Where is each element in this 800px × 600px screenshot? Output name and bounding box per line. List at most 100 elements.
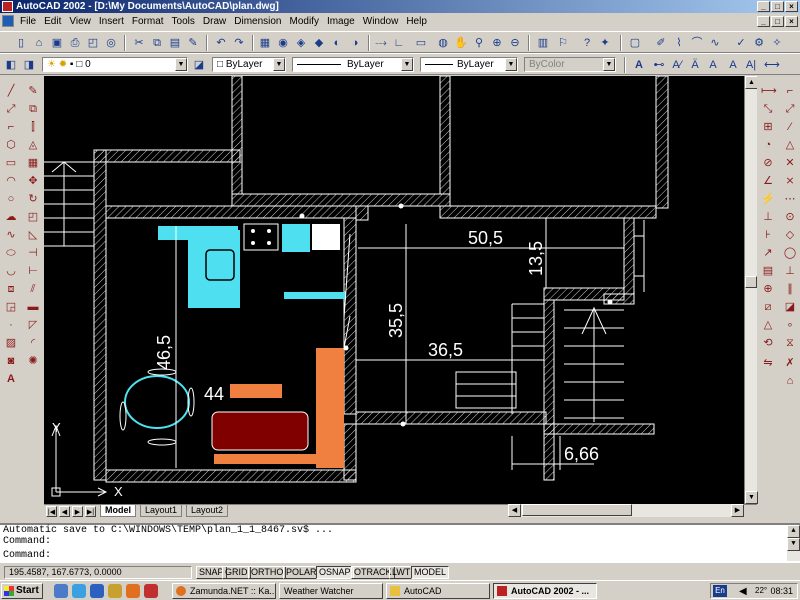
radius-dimension-icon[interactable]: ◔ <box>761 138 775 152</box>
insert-block-icon[interactable]: ⧈ <box>4 282 18 296</box>
chevron-down-icon[interactable]: ▼ <box>273 58 285 71</box>
spline-icon[interactable]: ∿ <box>4 228 18 242</box>
dimension-style-control-icon[interactable]: ⇋ <box>761 356 775 370</box>
spell-check-icon[interactable]: A <box>706 58 720 72</box>
doc-close-button[interactable]: × <box>785 16 798 27</box>
linear-dimension-icon[interactable]: ⟼ <box>761 84 777 98</box>
properties-icon[interactable]: ◈ <box>294 36 308 50</box>
adcenter-icon[interactable]: ⚐ <box>556 36 570 50</box>
fillet-icon[interactable]: ◜ <box>26 336 40 350</box>
snap-from-icon[interactable]: ⤢ <box>783 102 797 116</box>
sync-attributes-icon[interactable]: ✧ <box>770 36 784 50</box>
snap-endpoint-icon[interactable]: ⁄ <box>783 120 797 134</box>
windows-explorer-icon[interactable] <box>108 584 122 598</box>
command-prompt[interactable]: Command: <box>3 550 800 561</box>
ellipse-icon[interactable]: ⬭ <box>4 246 18 260</box>
region-icon[interactable]: ◙ <box>4 354 18 368</box>
edit-text-icon[interactable]: ✐ <box>654 36 668 50</box>
markup-icon[interactable]: ◑ <box>348 36 362 50</box>
snap-center-icon[interactable]: ⊙ <box>783 210 797 224</box>
snap-perpendicular-icon[interactable]: ⊥ <box>783 264 797 278</box>
language-indicator[interactable]: En <box>713 585 727 597</box>
grid-toggle[interactable]: GRID <box>222 566 251 579</box>
join-icon[interactable]: ▬ <box>26 300 40 314</box>
hyperlink-icon[interactable]: ◉ <box>276 36 290 50</box>
tab-next-icon[interactable]: ▶ <box>72 506 83 517</box>
coordinate-display[interactable]: 195.4587, 167.6773, 0.0000 <box>4 566 192 579</box>
edit-hatch-icon[interactable]: ⌇ <box>672 36 686 50</box>
minimize-button[interactable]: _ <box>757 1 770 12</box>
chevron-down-icon[interactable]: ▼ <box>401 58 413 71</box>
tolerance-icon[interactable]: ▤ <box>761 264 775 278</box>
vertical-scrollbar[interactable]: ▲ ▼ <box>744 76 758 504</box>
help-icon[interactable]: ? <box>580 36 594 50</box>
scale-text-icon[interactable]: A <box>726 58 740 72</box>
paste-icon[interactable]: ▤ <box>168 36 182 50</box>
calculator-icon[interactable]: ▥ <box>536 36 550 50</box>
snap-quadrant-icon[interactable]: ◇ <box>783 228 797 242</box>
quick-launch-icon[interactable] <box>144 584 158 598</box>
task-zamunda[interactable]: Zamunda.NET :: Ka... <box>172 583 276 599</box>
zoom-previous-icon[interactable]: ⊖ <box>508 36 522 50</box>
outlook-express-icon[interactable] <box>90 584 104 598</box>
task-autocad-folder[interactable]: AutoCAD <box>386 583 490 599</box>
task-autocad-2002[interactable]: AutoCAD 2002 - ... <box>493 583 597 599</box>
rectangle-icon[interactable]: ▭ <box>4 156 18 170</box>
menu-window[interactable]: Window <box>359 14 403 29</box>
chevron-down-icon[interactable]: ▼ <box>505 58 517 71</box>
snap-insert-icon[interactable]: ◪ <box>783 300 797 314</box>
layer-manager-icon[interactable]: ◧ <box>4 58 18 72</box>
edit-polyline-icon[interactable]: ⌒ <box>690 36 704 50</box>
osnap-settings-icon[interactable]: ⌂ <box>783 374 797 388</box>
document-icon[interactable] <box>2 15 14 27</box>
autocad-app-icon[interactable] <box>2 1 13 12</box>
make-block-icon[interactable]: ◲ <box>4 300 18 314</box>
snap-parallel-icon[interactable]: ∥ <box>783 282 797 296</box>
model-toggle[interactable]: MODEL <box>411 566 450 579</box>
vertical-scroll-thumb[interactable] <box>745 276 757 288</box>
today-icon[interactable]: ✦ <box>598 36 612 50</box>
offset-icon[interactable]: ◬ <box>26 138 40 152</box>
edit-attribute-icon[interactable]: ✓ <box>734 36 748 50</box>
layer-previous-icon[interactable]: ▢ <box>628 36 642 50</box>
quick-dimension-icon[interactable]: ⚡ <box>761 192 775 206</box>
design-center-icon[interactable]: ▦ <box>258 36 272 50</box>
diameter-dimension-icon[interactable]: ⊘ <box>761 156 775 170</box>
lineweight-dropdown[interactable]: ByLayer ▼ <box>420 57 518 72</box>
tab-prev-icon[interactable]: ◀ <box>59 506 70 517</box>
close-button[interactable]: × <box>785 1 798 12</box>
move-icon[interactable]: ✥ <box>26 174 40 188</box>
tab-layout2[interactable]: Layout2 <box>186 505 229 517</box>
chevron-down-icon[interactable]: ▼ <box>603 58 615 71</box>
scroll-up-icon[interactable]: ▲ <box>787 525 800 538</box>
text-style-icon[interactable]: A <box>632 58 646 72</box>
track-from-icon[interactable]: ⤏ <box>374 36 388 50</box>
quick-leader-icon[interactable]: ↗ <box>761 246 775 260</box>
task-weather-watcher[interactable]: Weather Watcher <box>279 583 383 599</box>
drawing-canvas[interactable]: 50,5 13,5 35,5 36,5 46,5 44 6,66 Y X <box>44 76 744 504</box>
dimension-text-edit-icon[interactable]: △ <box>761 318 775 332</box>
zoom-window-icon[interactable]: ⊕ <box>490 36 504 50</box>
menu-file[interactable]: File <box>16 14 40 29</box>
tab-first-icon[interactable]: |◀ <box>46 506 57 517</box>
angular-dimension-icon[interactable]: ∠ <box>761 174 775 188</box>
horizontal-scrollbar[interactable]: ◀ ▶ <box>508 504 744 517</box>
undo-icon[interactable]: ↶ <box>214 36 228 50</box>
maximize-button[interactable]: □ <box>771 1 784 12</box>
cut-icon[interactable]: ✂ <box>132 36 146 50</box>
copy-icon[interactable]: ⧉ <box>150 36 164 50</box>
scroll-right-icon[interactable]: ▶ <box>731 504 744 517</box>
snap-intersection-icon[interactable]: ✕ <box>783 156 797 170</box>
ucs-icon[interactable]: ∟ <box>392 36 406 50</box>
tool-palette-icon[interactable]: ◆ <box>312 36 326 50</box>
print-preview-icon[interactable]: ◰ <box>86 36 100 50</box>
hatch-icon[interactable]: ▨ <box>4 336 18 350</box>
otrack-toggle[interactable]: OTRACK <box>351 566 395 579</box>
edit-spline-icon[interactable]: ∿ <box>708 36 722 50</box>
center-mark-icon[interactable]: ⊕ <box>761 282 775 296</box>
scroll-down-icon[interactable]: ▼ <box>745 491 758 504</box>
command-window[interactable]: Automatic save to C:\WINDOWS\TEMP\plan_1… <box>0 523 800 563</box>
firefox-icon[interactable] <box>126 584 140 598</box>
menu-insert[interactable]: Insert <box>95 14 128 29</box>
snap-apparent-intersection-icon[interactable]: ⨯ <box>783 174 797 188</box>
